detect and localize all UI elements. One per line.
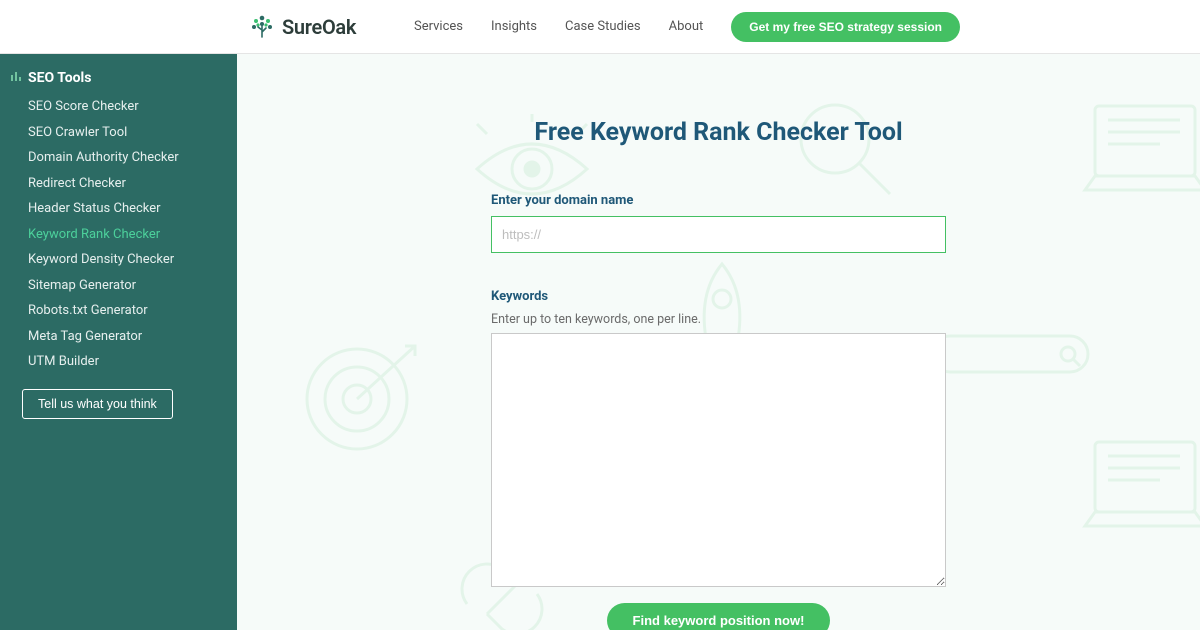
- brand-logo[interactable]: SureOak: [248, 13, 356, 41]
- domain-input[interactable]: [491, 216, 946, 253]
- top-nav: Services Insights Case Studies About Get…: [414, 12, 960, 42]
- nav-case-studies[interactable]: Case Studies: [565, 19, 641, 34]
- cta-button[interactable]: Get my free SEO strategy session: [731, 12, 960, 42]
- sidebar-item-seo-score-checker[interactable]: SEO Score Checker: [0, 94, 237, 120]
- feedback-button[interactable]: Tell us what you think: [22, 389, 173, 419]
- sidebar-item-header-status-checker[interactable]: Header Status Checker: [0, 196, 237, 222]
- main-content: Free Keyword Rank Checker Tool Enter you…: [237, 54, 1200, 630]
- sidebar-item-keyword-rank-checker[interactable]: Keyword Rank Checker: [0, 222, 237, 248]
- target-icon: [297, 334, 427, 464]
- sidebar-item-meta-tag-generator[interactable]: Meta Tag Generator: [0, 324, 237, 350]
- nav-services[interactable]: Services: [414, 19, 463, 34]
- sidebar-item-domain-authority-checker[interactable]: Domain Authority Checker: [0, 145, 237, 171]
- laptop-icon: [1080, 434, 1200, 544]
- domain-label: Enter your domain name: [491, 193, 946, 208]
- searchbar-icon: [930, 334, 1090, 374]
- domain-field: Enter your domain name: [491, 193, 946, 253]
- laptop-icon: [1080, 98, 1200, 208]
- sidebar-list: SEO Score Checker SEO Crawler Tool Domai…: [0, 94, 237, 375]
- sidebar-title-text: SEO Tools: [28, 70, 91, 86]
- sidebar-title: SEO Tools: [0, 70, 237, 94]
- sidebar-item-redirect-checker[interactable]: Redirect Checker: [0, 171, 237, 197]
- oak-tree-icon: [248, 13, 276, 41]
- bars-icon: [10, 70, 22, 86]
- header: SureOak Services Insights Case Studies A…: [0, 0, 1200, 54]
- sidebar-item-seo-crawler-tool[interactable]: SEO Crawler Tool: [0, 120, 237, 146]
- sidebar: SEO Tools SEO Score Checker SEO Crawler …: [0, 54, 237, 630]
- page-title: Free Keyword Rank Checker Tool: [491, 118, 946, 147]
- sidebar-item-keyword-density-checker[interactable]: Keyword Density Checker: [0, 247, 237, 273]
- keywords-textarea[interactable]: [491, 333, 946, 587]
- brand-name: SureOak: [282, 15, 356, 39]
- sidebar-item-utm-builder[interactable]: UTM Builder: [0, 349, 237, 375]
- nav-insights[interactable]: Insights: [491, 19, 537, 34]
- sidebar-item-sitemap-generator[interactable]: Sitemap Generator: [0, 273, 237, 299]
- submit-button[interactable]: Find keyword position now!: [607, 603, 831, 630]
- keywords-field: Keywords Enter up to ten keywords, one p…: [491, 289, 946, 591]
- keywords-label: Keywords: [491, 289, 946, 304]
- sidebar-item-robots-txt-generator[interactable]: Robots.txt Generator: [0, 298, 237, 324]
- keywords-hint: Enter up to ten keywords, one per line.: [491, 312, 946, 327]
- nav-about[interactable]: About: [669, 19, 704, 34]
